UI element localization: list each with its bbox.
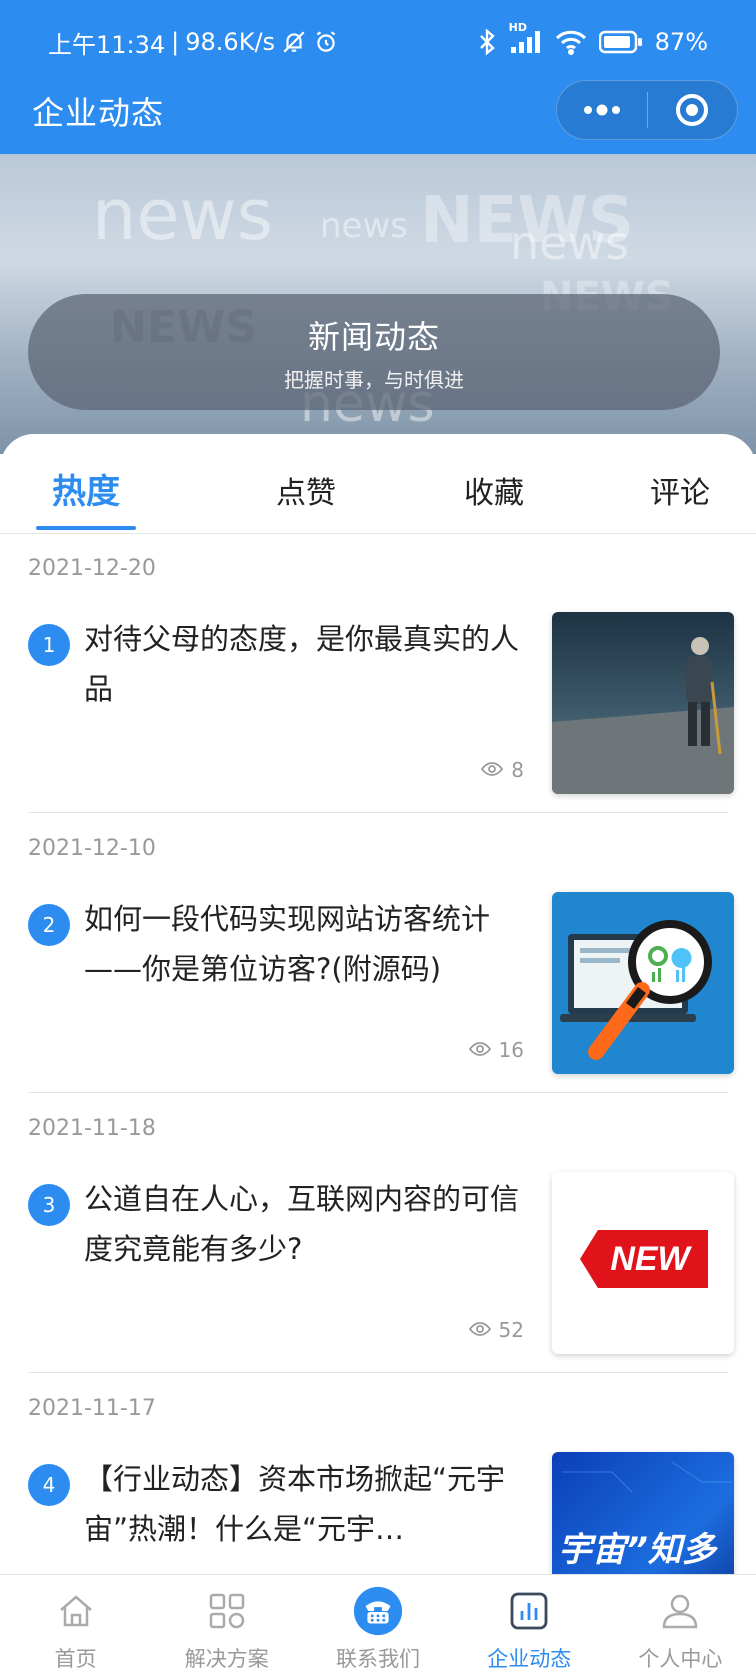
news-date: 2021-11-17: [28, 1396, 156, 1421]
nav-profile[interactable]: 个人中心: [605, 1575, 756, 1680]
app-header: 上午11:34 | 98.6K/s HD 87% 企业动态: [0, 0, 756, 154]
active-tab-indicator: [36, 526, 136, 530]
battery-percent: 87%: [654, 28, 708, 56]
news-date: 2021-11-18: [28, 1116, 156, 1141]
metaverse-text: 宇宙”知多: [558, 1530, 716, 1570]
page-title: 企业动态: [32, 94, 165, 132]
more-button[interactable]: [557, 80, 647, 140]
alarm-icon: [313, 29, 339, 55]
nav-company-news[interactable]: 企业动态: [454, 1575, 605, 1680]
news-title[interactable]: 公道自在人心，互联网内容的可信度究竟能有多少?: [84, 1174, 524, 1274]
rank-badge: 2: [28, 904, 70, 946]
news-date: 2021-12-10: [28, 836, 156, 861]
bell-muted-icon: [281, 29, 307, 55]
banner-subtitle: 把握时事，与时俱进: [284, 367, 464, 392]
banner-watermark: news: [510, 216, 630, 270]
news-thumbnail[interactable]: [552, 612, 734, 794]
grid-icon: [201, 1585, 253, 1637]
tab-comments[interactable]: 评论: [650, 468, 710, 512]
nav-contact[interactable]: 联系我们: [302, 1575, 453, 1680]
rank-badge: 4: [28, 1464, 70, 1506]
tab-hot[interactable]: 热度: [52, 464, 120, 513]
divider: [28, 1372, 728, 1373]
banner-card: 新闻动态 把握时事，与时俱进: [28, 294, 720, 410]
status-net-speed: 98.6K/s: [185, 28, 276, 56]
banner-title: 新闻动态: [307, 317, 440, 356]
bluetooth-icon: [477, 28, 497, 56]
user-icon: [654, 1585, 706, 1637]
view-count: 16: [468, 1038, 524, 1062]
phone-icon: [352, 1585, 404, 1637]
news-item[interactable]: 2021-11-18 3 公道自在人心，互联网内容的可信度究竟能有多少? 52 …: [0, 1094, 756, 1374]
divider: [28, 1092, 728, 1093]
view-count: 52: [468, 1318, 524, 1342]
nav-solutions[interactable]: 解决方案: [151, 1575, 302, 1680]
banner-watermark: news: [320, 206, 408, 246]
news-thumbnail[interactable]: NEW: [552, 1172, 734, 1354]
title-bar: 企业动态: [0, 80, 756, 142]
news-item[interactable]: 2021-12-20 1 对待父母的态度，是你最真实的人品 8: [0, 534, 756, 814]
news-title[interactable]: 如何一段代码实现网站访客统计——你是第位访客?(附源码): [84, 894, 524, 994]
news-date: 2021-12-20: [28, 556, 156, 581]
eye-icon: [468, 1038, 491, 1062]
close-miniapp-button[interactable]: [648, 80, 738, 140]
view-count: 8: [481, 758, 524, 782]
eye-icon: [481, 758, 504, 782]
news-thumbnail[interactable]: [552, 892, 734, 1074]
news-item[interactable]: 2021-12-10 2 如何一段代码实现网站访客统计——你是第位访客?(附源码…: [0, 814, 756, 1094]
chart-icon: [503, 1585, 555, 1637]
tab-likes[interactable]: 点赞: [276, 468, 336, 512]
news-banner: news NEWS news news NEWS NEWS news 新闻动态 …: [0, 154, 756, 454]
eye-icon: [468, 1318, 491, 1342]
news-title[interactable]: 对待父母的态度，是你最真实的人品: [84, 614, 524, 714]
status-time: 上午11:34: [48, 30, 166, 59]
news-title[interactable]: 【行业动态】资本市场掀起“元宇宙”热潮！什么是“元宇…: [84, 1454, 524, 1554]
content-panel: 热度 点赞 收藏 评论 2021-12-20 1 对待父母的态度，是你最真实的人…: [0, 434, 756, 1634]
wifi-icon: [555, 29, 587, 55]
banner-watermark: news: [92, 174, 274, 256]
battery-icon: [598, 30, 643, 54]
nav-home[interactable]: 首页: [0, 1575, 151, 1680]
divider: [28, 812, 728, 813]
home-icon: [50, 1585, 102, 1637]
miniapp-capsule: [556, 80, 738, 140]
sort-tabs: 热度 点赞 收藏 评论: [0, 434, 756, 534]
bottom-nav: 首页 解决方案 联系我们 企业动态 个人中心: [0, 1574, 756, 1680]
rank-badge: 1: [28, 624, 70, 666]
tab-favorites[interactable]: 收藏: [464, 468, 524, 512]
status-bar: 上午11:34 | 98.6K/s HD 87%: [48, 21, 708, 59]
signal-icon: HD: [509, 21, 543, 55]
new-tag: NEW: [580, 1230, 708, 1288]
rank-badge: 3: [28, 1184, 70, 1226]
